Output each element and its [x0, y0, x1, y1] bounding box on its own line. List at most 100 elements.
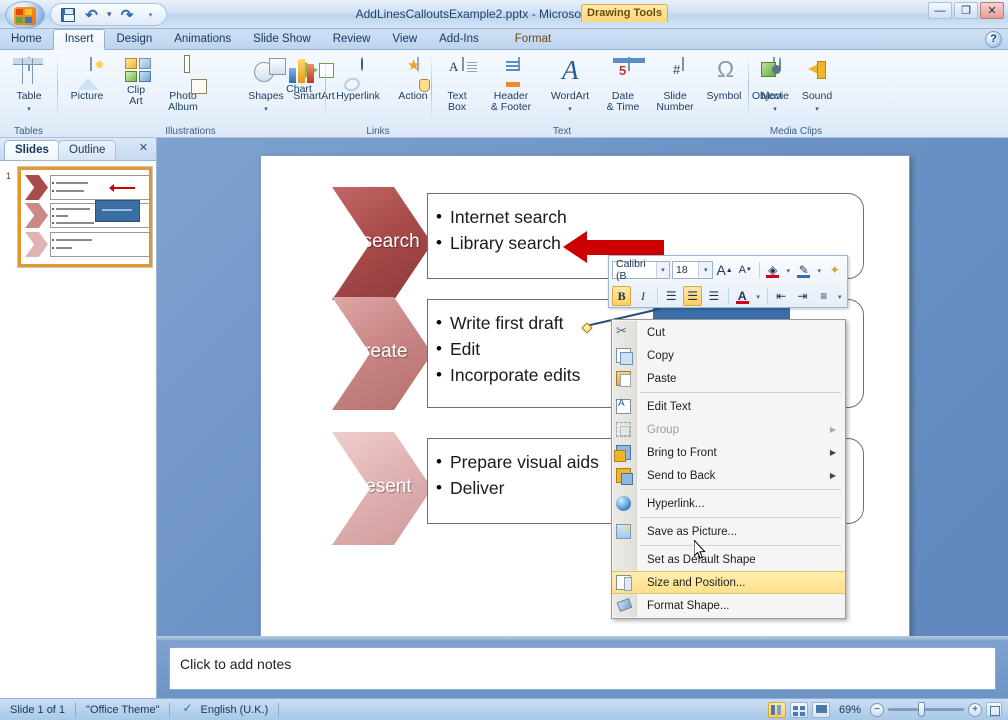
hyperlink-button[interactable]: Hyperlink [328, 56, 388, 104]
tab-slides[interactable]: Slides [4, 140, 60, 160]
slide-number-button[interactable]: Slide Number [648, 56, 702, 115]
menu-item-paste[interactable]: Paste [612, 367, 845, 390]
chevron-shape-present[interactable]: Present [332, 432, 432, 545]
tab-insert[interactable]: Insert [52, 29, 106, 50]
theme-label[interactable]: "Office Theme" [76, 701, 169, 719]
undo-button[interactable]: ↶ [81, 5, 102, 24]
shrink-font-button[interactable]: A ▼ [736, 260, 755, 280]
tab-format[interactable]: Format [504, 29, 562, 50]
shape-outline-dropdown[interactable]: ▾ [815, 260, 823, 280]
action-button[interactable]: Action [390, 56, 436, 104]
bullets-button[interactable]: ≡ [814, 286, 833, 306]
date-time-button[interactable]: Date & Time [598, 56, 648, 115]
photo-album-button[interactable]: Photo Album [157, 55, 209, 115]
view-normal-button[interactable] [767, 701, 786, 718]
chevron-down-icon[interactable]: ▾ [655, 262, 670, 278]
decrease-indent-button[interactable]: ⇤ [772, 286, 791, 306]
view-slide-show-button[interactable] [811, 701, 830, 718]
header-footer-button[interactable]: Header & Footer [480, 56, 542, 115]
thumbnail-list[interactable]: 1 [0, 160, 156, 698]
wordart-button[interactable]: WordArt ▾ [544, 56, 596, 116]
align-right-button[interactable]: ☰ [704, 286, 723, 306]
shape-outline-button[interactable]: ✎ [794, 260, 813, 280]
help-button[interactable]: ? [985, 31, 1002, 48]
send-to-back-icon [612, 464, 636, 487]
slide-thumbnail[interactable] [17, 166, 153, 268]
tab-add-ins[interactable]: Add-Ins [428, 29, 490, 50]
group-label-links: Links [366, 126, 390, 137]
tab-outline[interactable]: Outline [58, 140, 117, 160]
menu-item-size-and-position[interactable]: Size and Position... [612, 571, 845, 594]
language-label[interactable]: English (U.K.) [190, 701, 278, 719]
bold-button[interactable]: B [612, 286, 632, 306]
picture-button[interactable]: Picture [61, 56, 113, 104]
spell-check-icon[interactable] [170, 701, 190, 719]
zoom-slider-thumb[interactable] [918, 702, 925, 717]
menu-item-save-as-picture[interactable]: Save as Picture... [612, 520, 845, 543]
symbol-icon [715, 58, 747, 90]
zoom-level-label[interactable]: 69% [834, 704, 866, 716]
tab-home[interactable]: Home [0, 29, 53, 50]
tab-design[interactable]: Design [105, 29, 163, 50]
tab-review[interactable]: Review [322, 29, 382, 50]
save-button[interactable] [57, 5, 78, 24]
format-painter-button[interactable]: ✦ [825, 260, 844, 280]
red-arrow-shape[interactable] [563, 231, 664, 263]
menu-item-edit-text[interactable]: Edit Text [612, 395, 845, 418]
font-size-combo[interactable]: 18 ▾ [672, 261, 714, 279]
redo-button[interactable]: ↷ [117, 5, 138, 24]
view-slide-sorter-button[interactable] [789, 701, 808, 718]
symbol-button[interactable]: Symbol [702, 56, 746, 104]
menu-item-set-as-default-shape[interactable]: Set as Default Shape [612, 548, 845, 571]
office-button[interactable] [5, 1, 45, 29]
align-left-button[interactable]: ☰ [662, 286, 681, 306]
italic-button[interactable]: I [633, 286, 652, 306]
zoom-out-button[interactable]: − [870, 702, 884, 717]
menu-item-send-to-back[interactable]: Send to Back ▶ [612, 464, 845, 487]
zoom-in-button[interactable]: + [968, 702, 982, 717]
minimize-button[interactable]: — [928, 2, 952, 19]
clip-art-button[interactable]: Clip Art [115, 56, 157, 109]
thumb-text-box [50, 232, 150, 257]
tab-slide-show[interactable]: Slide Show [242, 29, 322, 50]
fit-to-window-button[interactable] [986, 702, 1002, 717]
ribbon-group-media-clips: Movie ▾ Sound ▾ Media Clips [750, 50, 842, 138]
font-name-combo[interactable]: Calibri (B ▾ [612, 258, 671, 282]
menu-item-cut[interactable]: Cut [612, 321, 845, 344]
increase-indent-button[interactable]: ⇥ [793, 286, 812, 306]
font-color-dropdown[interactable]: ▾ [754, 286, 763, 306]
font-color-button[interactable]: A [733, 286, 752, 306]
tab-animations[interactable]: Animations [163, 29, 242, 50]
sound-button[interactable]: Sound ▾ [796, 56, 838, 116]
chart-button[interactable]: Chart [278, 56, 320, 97]
bullets-dropdown[interactable]: ▾ [835, 286, 844, 306]
text-box-button[interactable]: Text Box [436, 56, 478, 115]
chevron-shape-research[interactable]: Research [332, 187, 432, 300]
notes-placeholder[interactable]: Click to add notes [169, 647, 996, 690]
menu-item-hyperlink[interactable]: Hyperlink... [612, 492, 845, 515]
menu-item-copy[interactable]: Copy [612, 344, 845, 367]
menu-item-bring-to-front[interactable]: Bring to Front ▶ [612, 441, 845, 464]
chevron-down-icon[interactable]: ▾ [698, 262, 713, 278]
shape-fill-dropdown[interactable]: ▾ [784, 260, 792, 280]
menu-item-format-shape[interactable]: Format Shape... [612, 594, 845, 617]
chevron-shape-create[interactable]: Create [332, 297, 432, 410]
movie-button[interactable]: Movie ▾ [754, 56, 796, 116]
maximize-button[interactable]: ❐ [954, 2, 978, 19]
table-button[interactable]: Table ▾ [7, 56, 51, 116]
chevron-label-present: Present [346, 476, 412, 497]
close-pane-button[interactable]: ✕ [136, 141, 151, 156]
list-item[interactable]: 1 [4, 166, 153, 271]
customize-qat-button[interactable]: ▾ [141, 5, 162, 24]
shape-fill-button[interactable]: ◈ [763, 260, 782, 280]
save-icon [60, 7, 75, 22]
undo-dropdown[interactable]: ▾ [105, 9, 114, 20]
grow-font-button[interactable]: A ▲ [715, 260, 734, 280]
thumb-text-box [50, 175, 150, 200]
zoom-slider[interactable] [888, 702, 964, 717]
chevron-down-icon: ▾ [264, 106, 268, 113]
hyperlink-icon [612, 492, 636, 515]
close-button[interactable]: ✕ [980, 2, 1004, 19]
align-center-button[interactable]: ☰ [682, 286, 703, 306]
tab-view[interactable]: View [381, 29, 428, 50]
